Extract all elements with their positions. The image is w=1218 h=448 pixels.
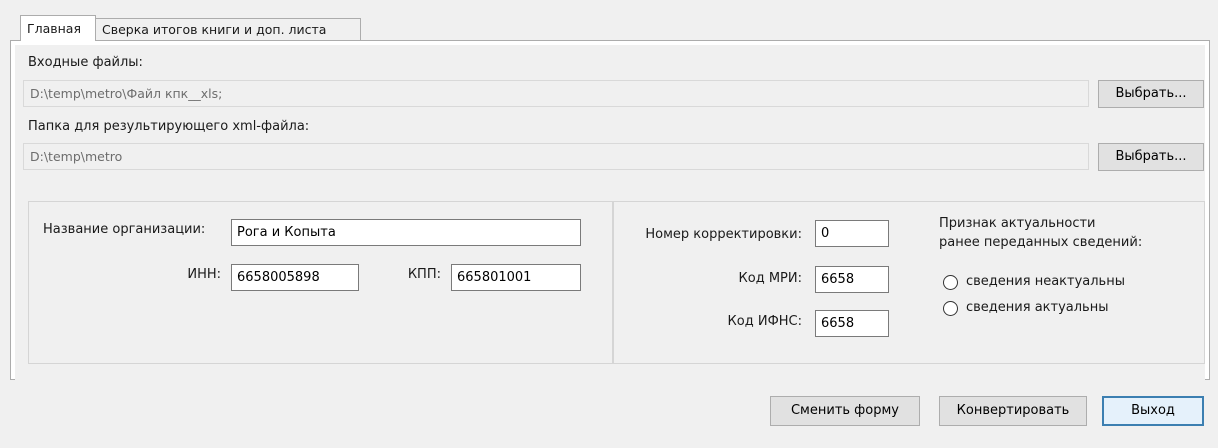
browse-output-folder-button[interactable]: Выбрать... bbox=[1098, 143, 1204, 171]
org-name-input[interactable]: Рога и Копыта bbox=[231, 219, 581, 246]
tab-main[interactable]: Главная bbox=[20, 15, 96, 41]
radio-not-relevant[interactable] bbox=[943, 275, 958, 290]
correction-number-label: Номер корректировки: bbox=[645, 227, 802, 242]
convert-button[interactable]: Конвертировать bbox=[939, 396, 1087, 426]
output-folder-label: Папка для результирующего xml-файла: bbox=[28, 119, 310, 134]
correction-number-input[interactable]: 0 bbox=[815, 220, 889, 247]
input-files-label: Входные файлы: bbox=[28, 55, 143, 70]
mri-code-input[interactable]: 6658 bbox=[815, 266, 889, 293]
radio-not-relevant-label[interactable]: сведения неактуальны bbox=[966, 274, 1125, 289]
ifns-code-label: Код ИФНС: bbox=[727, 314, 802, 329]
main-panel: Входные файлы: D:\temp\metro\Файл кпк__x… bbox=[15, 45, 1205, 385]
browse-input-files-button[interactable]: Выбрать... bbox=[1098, 80, 1204, 108]
org-name-label: Название организации: bbox=[43, 222, 206, 237]
tab-book-reconciliation[interactable]: Сверка итогов книги и доп. листа bbox=[95, 18, 361, 40]
input-files-field[interactable]: D:\temp\metro\Файл кпк__xls; bbox=[23, 80, 1089, 107]
exit-button[interactable]: Выход bbox=[1102, 396, 1204, 426]
inn-label: ИНН: bbox=[187, 267, 221, 282]
relevance-label-line1: Признак актуальности bbox=[939, 216, 1096, 231]
kpp-label: КПП: bbox=[407, 267, 441, 282]
inn-input[interactable]: 6658005898 bbox=[231, 264, 359, 291]
radio-relevant[interactable] bbox=[943, 301, 958, 316]
kpp-input[interactable]: 665801001 bbox=[451, 264, 581, 291]
correction-group: Номер корректировки: 0 Код МРИ: 6658 Код… bbox=[613, 201, 1205, 364]
output-folder-field[interactable]: D:\temp\metro bbox=[23, 143, 1089, 170]
radio-relevant-label[interactable]: сведения актуальны bbox=[966, 300, 1108, 315]
mri-code-label: Код МРИ: bbox=[738, 271, 802, 286]
change-form-button[interactable]: Сменить форму bbox=[770, 396, 920, 426]
organization-group: Название организации: Рога и Копыта ИНН:… bbox=[28, 201, 613, 364]
relevance-label-line2: ранее переданных сведений: bbox=[939, 235, 1143, 250]
ifns-code-input[interactable]: 6658 bbox=[815, 310, 889, 337]
